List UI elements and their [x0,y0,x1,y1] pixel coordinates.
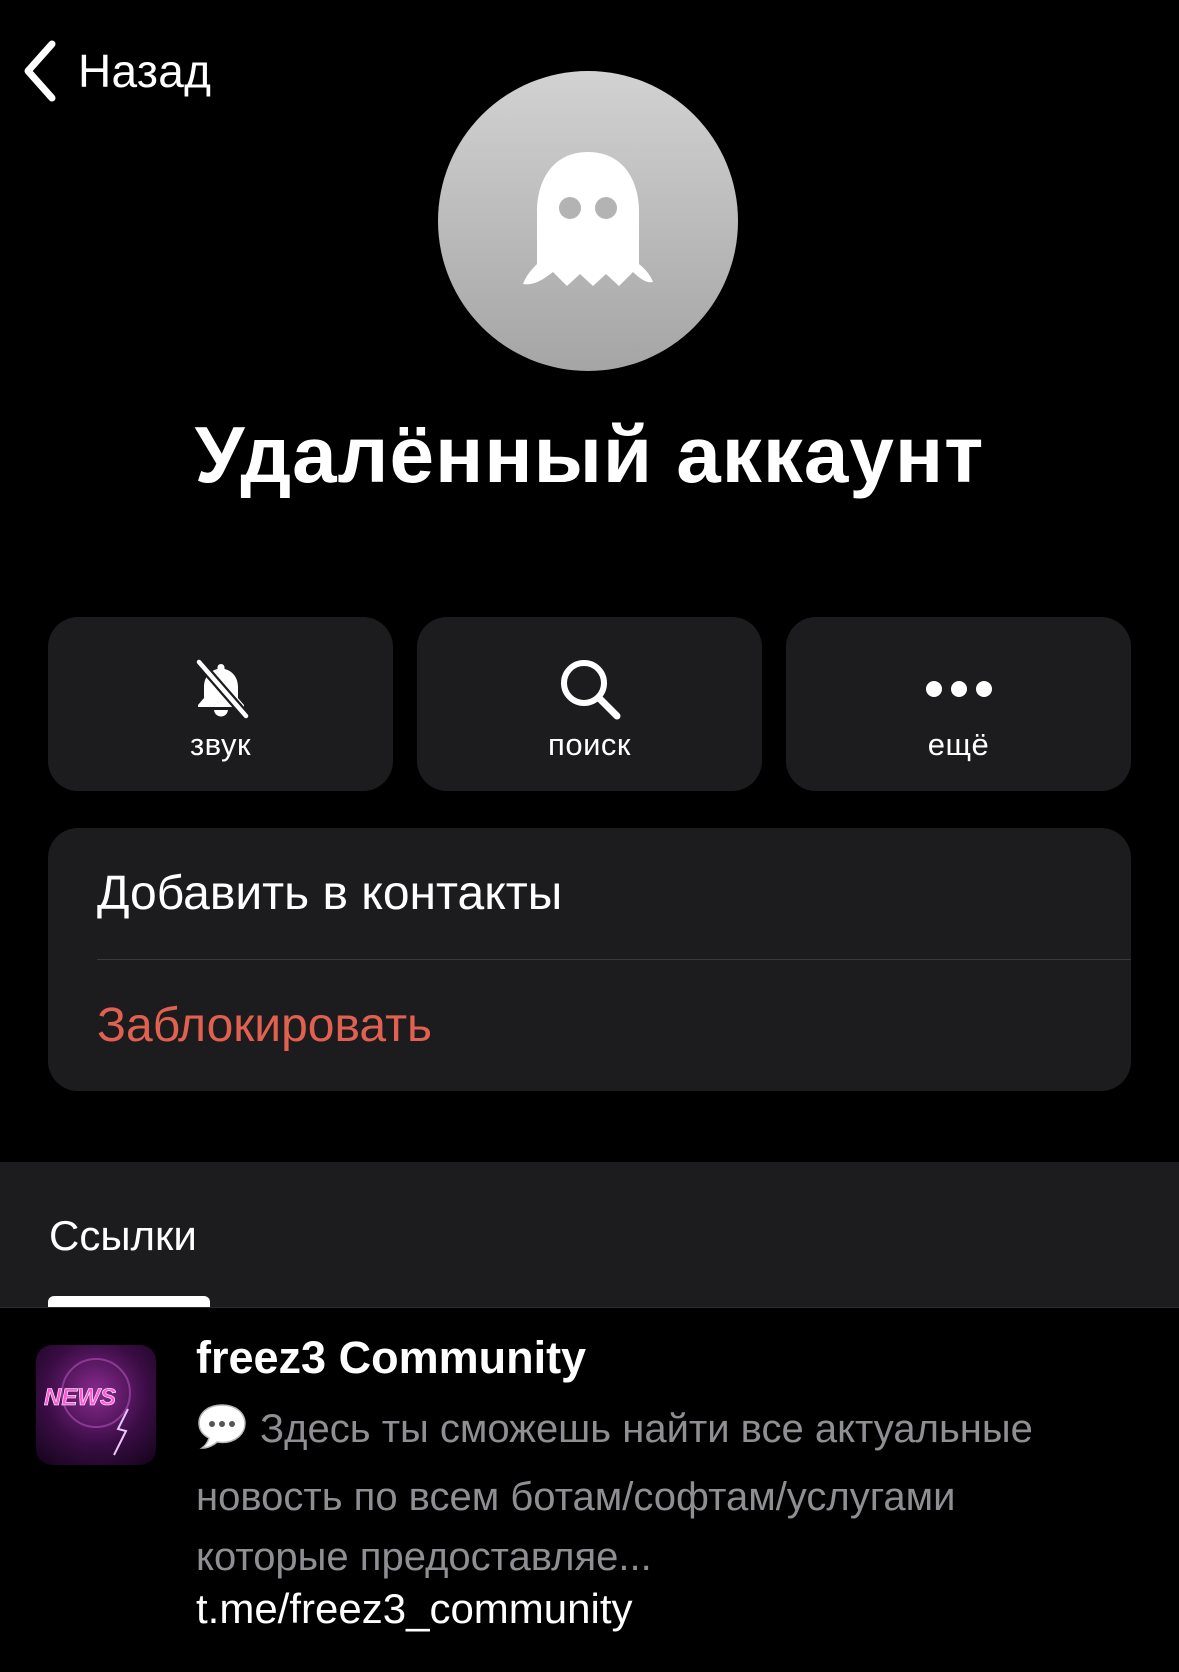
ghost-icon [523,152,653,286]
thumbnail-news-text: NEWS [44,1384,116,1411]
link-preview-item[interactable]: NEWS freez3 Community Здесь ты сможешь н… [0,1308,1179,1672]
search-icon [557,653,623,725]
search-button[interactable]: поиск [417,617,762,791]
profile-name: Удалённый аккаунт [194,410,985,499]
avatar[interactable] [438,71,738,371]
speech-bubble-icon [196,1402,248,1467]
link-description-text: Здесь ты сможешь найти все актуальные но… [196,1407,1033,1579]
back-button[interactable]: Назад [22,38,211,104]
bell-slash-icon [190,653,252,725]
mute-label: звук [189,727,252,762]
more-label: ещё [927,727,990,762]
search-label: поиск [548,727,631,762]
link-description: Здесь ты сможешь найти все актуальные но… [196,1399,1096,1587]
action-buttons: звук поиск ещё [48,617,1131,791]
more-dots-icon [925,653,993,725]
back-label: Назад [78,45,212,97]
link-title: freez3 Community [196,1332,587,1383]
links-section-header: Ссылки [0,1162,1179,1307]
block-button[interactable]: Заблокировать [97,960,1131,1091]
tab-indicator [48,1296,210,1307]
tab-links[interactable]: Ссылки [49,1212,197,1260]
more-button[interactable]: ещё [786,617,1131,791]
add-to-contacts-button[interactable]: Добавить в контакты [97,828,1131,959]
channel-thumbnail: NEWS [36,1345,156,1465]
link-url[interactable]: t.me/freez3_community [196,1585,633,1633]
mute-button[interactable]: звук [48,617,393,791]
chevron-left-icon [24,40,56,102]
profile-menu: Добавить в контакты Заблокировать [48,828,1131,1091]
